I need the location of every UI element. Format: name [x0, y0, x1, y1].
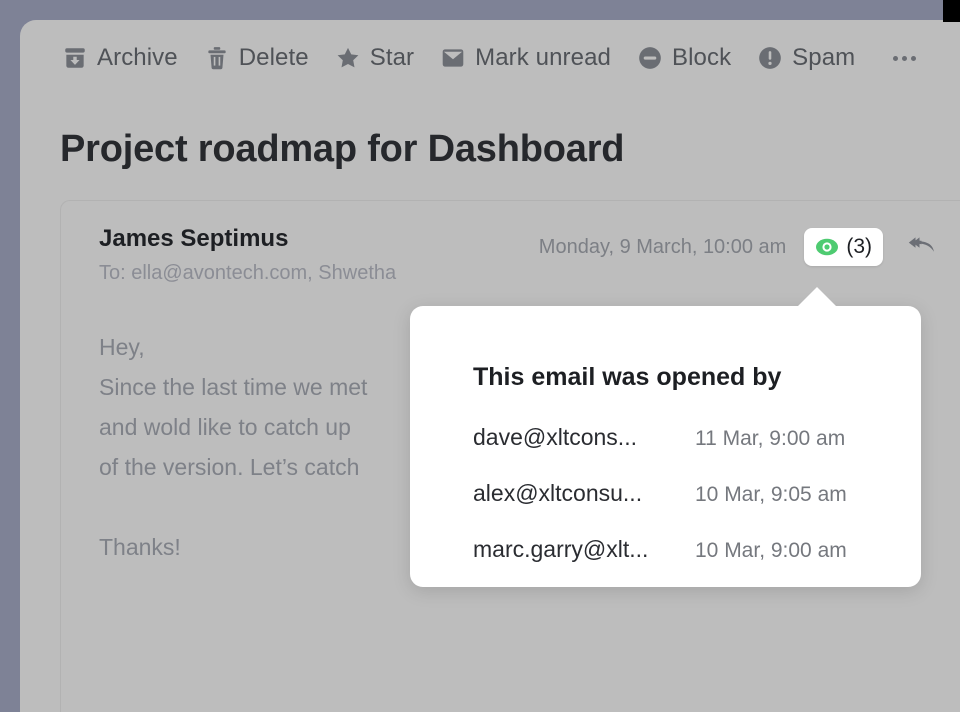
- mail-window: Archive Delete Star Mark unread: [20, 20, 960, 712]
- list-item[interactable]: dave@xltcons... 11 Mar, 9:00 am: [473, 424, 891, 480]
- spam-label: Spam: [792, 44, 855, 72]
- ellipsis-icon-dot-1: [893, 56, 898, 61]
- block-icon: [637, 45, 663, 71]
- sent-timestamp: Monday, 9 March, 10:00 am: [539, 236, 787, 259]
- message-header: James Septimus To: ella@avontech.com, Sh…: [61, 201, 960, 297]
- envelope-icon: [440, 45, 466, 71]
- message-body: Hey, Since the last time we met and wold…: [99, 327, 367, 567]
- opened-time: 10 Mar, 9:05 am: [695, 483, 847, 507]
- mark-unread-label: Mark unread: [475, 44, 611, 72]
- popover-tail: [797, 287, 837, 307]
- mark-unread-button[interactable]: Mark unread: [440, 44, 611, 72]
- message-toolbar: Archive Delete Star Mark unread: [20, 20, 960, 96]
- star-icon: [335, 45, 361, 71]
- opened-email: dave@xltcons...: [473, 424, 695, 451]
- block-button[interactable]: Block: [637, 44, 731, 72]
- ellipsis-icon-dot-2: [902, 56, 907, 61]
- reply-button[interactable]: [908, 235, 938, 259]
- delete-button[interactable]: Delete: [204, 44, 309, 72]
- read-count-label: (3): [846, 235, 872, 259]
- archive-label: Archive: [97, 44, 178, 72]
- block-label: Block: [672, 44, 731, 72]
- opened-email: alex@xltconsu...: [473, 480, 695, 507]
- page-title: Project roadmap for Dashboard: [60, 128, 624, 171]
- star-button[interactable]: Star: [335, 44, 414, 72]
- more-options-button[interactable]: [893, 56, 916, 61]
- alert-icon: [757, 45, 783, 71]
- ellipsis-icon-dot-3: [911, 56, 916, 61]
- read-receipt-badge[interactable]: (3): [804, 228, 883, 266]
- opened-by-list: dave@xltcons... 11 Mar, 9:00 am alex@xlt…: [473, 424, 891, 592]
- sender-block: James Septimus To: ella@avontech.com, Sh…: [99, 225, 396, 285]
- list-item[interactable]: marc.garry@xlt... 10 Mar, 9:00 am: [473, 536, 891, 592]
- spam-button[interactable]: Spam: [757, 44, 855, 72]
- message-meta: Monday, 9 March, 10:00 am (3): [521, 228, 960, 266]
- screen-corner-notch: [943, 0, 960, 22]
- eye-icon: [815, 235, 839, 259]
- popover-title: This email was opened by: [473, 363, 781, 392]
- opened-time: 11 Mar, 9:00 am: [695, 427, 845, 451]
- archive-icon: [62, 45, 88, 71]
- opened-time: 10 Mar, 9:00 am: [695, 539, 847, 563]
- star-label: Star: [370, 44, 414, 72]
- archive-button[interactable]: Archive: [62, 44, 178, 72]
- recipients-line[interactable]: To: ella@avontech.com, Shwetha: [99, 262, 396, 285]
- sender-name: James Septimus: [99, 225, 396, 253]
- opened-email: marc.garry@xlt...: [473, 536, 695, 563]
- delete-label: Delete: [239, 44, 309, 72]
- read-receipt-popover: This email was opened by dave@xltcons...…: [410, 306, 921, 587]
- list-item[interactable]: alex@xltconsu... 10 Mar, 9:05 am: [473, 480, 891, 536]
- trash-icon: [204, 45, 230, 71]
- reply-icon: [908, 235, 938, 259]
